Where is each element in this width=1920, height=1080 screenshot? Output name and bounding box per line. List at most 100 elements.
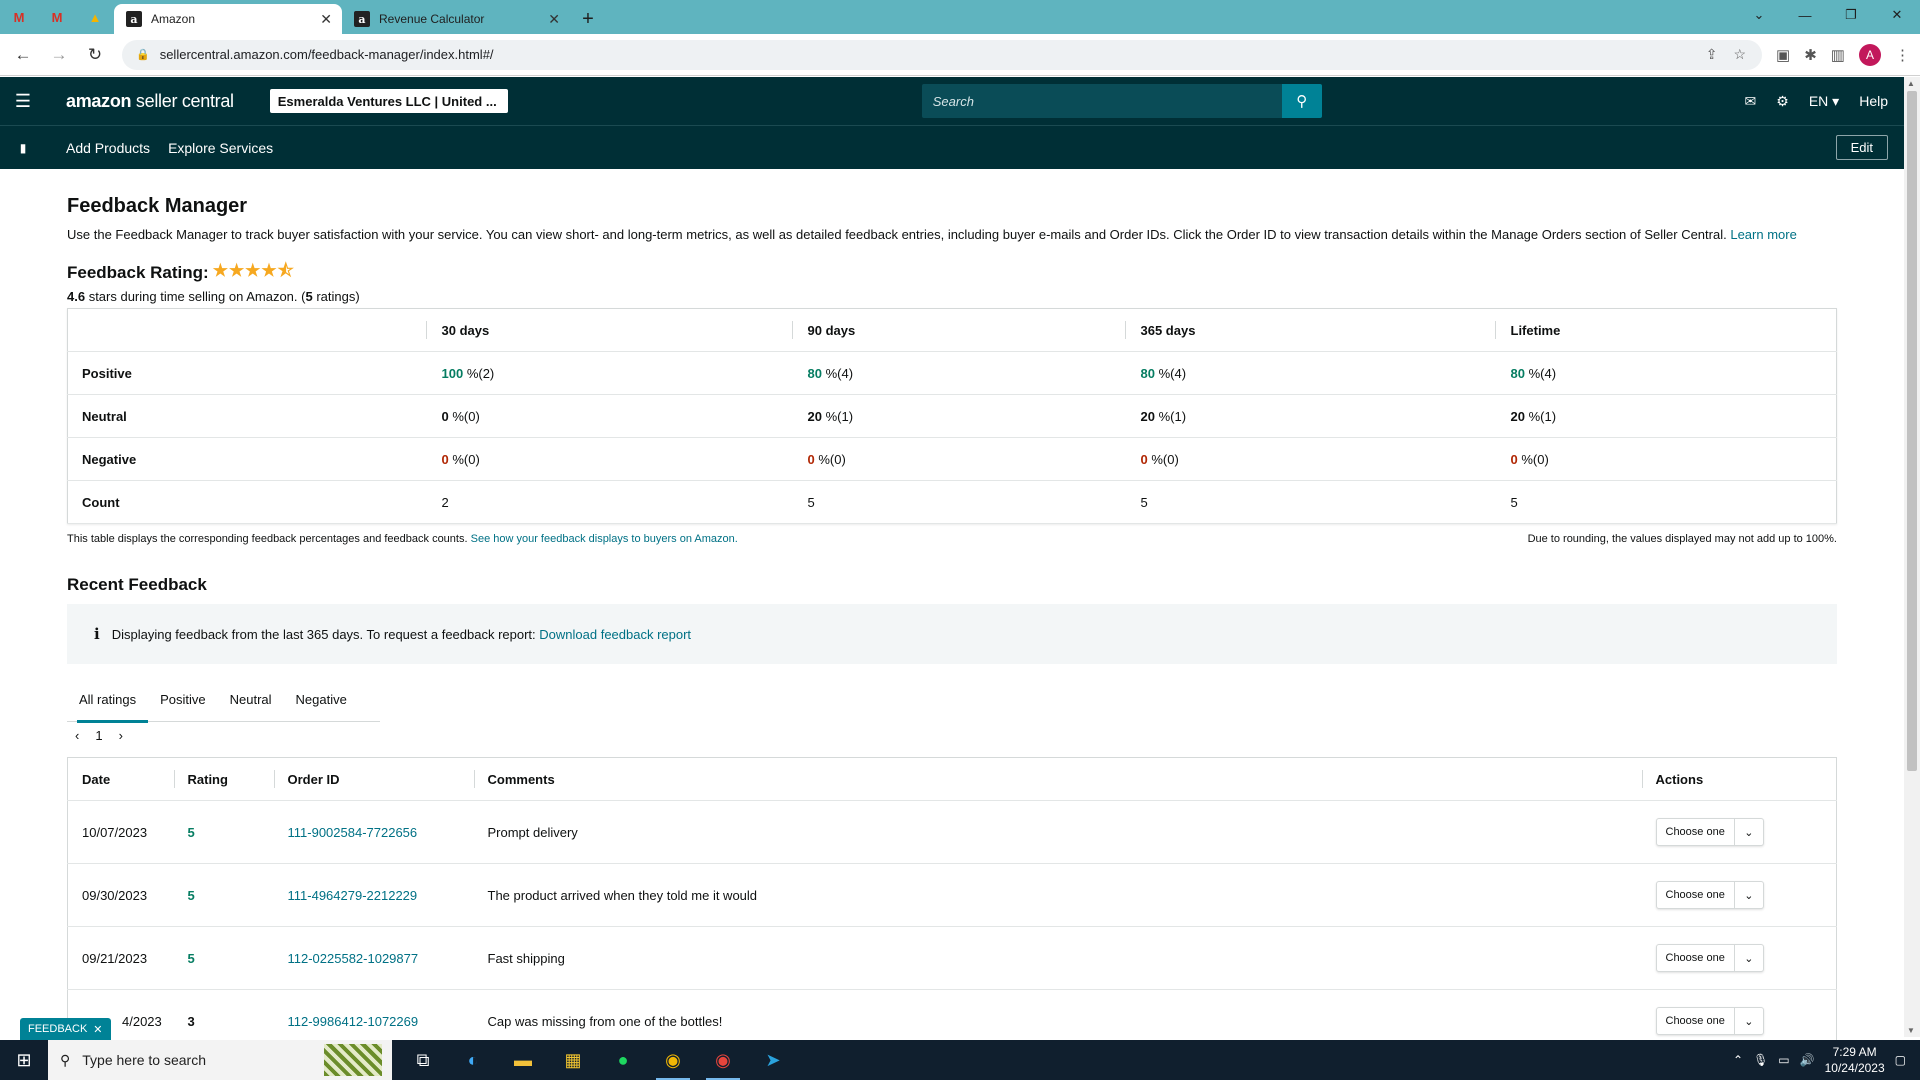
taskbar-search[interactable]: ⚲ Type here to search [48, 1040, 392, 1080]
store-icon[interactable]: ▦ [548, 1040, 598, 1080]
tab-positive[interactable]: Positive [148, 678, 218, 722]
logo-amazon: amazon [66, 90, 132, 111]
tray-chevron-icon[interactable]: ⌃ [1733, 1053, 1743, 1067]
drive-pinned-tab[interactable]: ▲ [76, 0, 114, 34]
gear-icon[interactable]: ⚙ [1776, 93, 1789, 110]
rating-label: Feedback Rating: [67, 262, 209, 282]
metric-cell: 100 %(2) [425, 351, 792, 395]
minimize-icon[interactable]: — [1782, 0, 1828, 30]
chrome-profile-icon[interactable]: ◉ [698, 1040, 748, 1080]
download-report-link[interactable]: Download feedback report [539, 627, 691, 642]
url-text[interactable]: sellercentral.amazon.com/feedback-manage… [160, 47, 494, 62]
scrollbar-thumb[interactable] [1907, 91, 1917, 771]
order-id-link[interactable]: 112-9986412-1072269 [288, 1014, 419, 1029]
scroll-up-icon[interactable]: ▲ [1907, 79, 1915, 88]
bookmark-icon[interactable]: ▮ [0, 141, 46, 155]
scroll-down-icon[interactable]: ▼ [1907, 1026, 1915, 1035]
language-selector[interactable]: EN ▾ [1809, 93, 1839, 110]
table-row: 09/30/2023 5 111-4964279-2212229 The pro… [67, 863, 1837, 927]
amazon-favicon-icon: a [354, 11, 370, 27]
col-comments: Comments [473, 757, 1642, 801]
metrics-col-header: 365 days [1124, 308, 1495, 352]
restore-icon[interactable]: ❐ [1828, 0, 1874, 30]
order-id-link[interactable]: 111-4964279-2212229 [288, 888, 418, 903]
extension-icon[interactable]: ▣ [1776, 46, 1790, 64]
page-number[interactable]: 1 [95, 728, 102, 743]
next-page-icon[interactable]: › [119, 728, 123, 743]
action-dropdown[interactable]: Choose one ⌄ [1655, 944, 1764, 972]
reload-icon[interactable]: ↻ [82, 42, 108, 68]
metric-cell: 80 %(4) [791, 351, 1125, 395]
microphone-icon[interactable]: 🎙 [1753, 1053, 1768, 1067]
tab-revenue-calculator[interactable]: a Revenue Calculator ✕ [342, 4, 570, 34]
order-id-link[interactable]: 112-0225582-1029877 [288, 951, 419, 966]
amazon-seller-central-logo[interactable]: amazon seller central [66, 91, 234, 112]
rating-text: stars during time selling on Amazon. ( [85, 289, 306, 304]
clock[interactable]: 7:29 AM 10/24/2023 [1825, 1044, 1885, 1076]
mail-icon[interactable]: ✉ [1745, 93, 1757, 110]
learn-more-link[interactable]: Learn more [1730, 227, 1796, 242]
network-icon[interactable]: ▭ [1778, 1053, 1789, 1067]
browser-toolbar: ← → ↻ 🔒 sellercentral.amazon.com/feedbac… [0, 34, 1920, 76]
share-icon[interactable]: ⇪ [1706, 46, 1718, 63]
volume-icon[interactable]: 🔊 [1800, 1053, 1815, 1067]
edit-button[interactable]: Edit [1835, 135, 1888, 160]
metric-cell: 2 [425, 480, 792, 524]
profile-avatar[interactable]: A [1858, 43, 1881, 66]
close-tab-icon[interactable]: ✕ [320, 11, 332, 28]
lock-icon[interactable]: 🔒 [136, 48, 150, 61]
forward-icon[interactable]: → [46, 42, 72, 68]
chrome-icon[interactable]: ◉ [648, 1040, 698, 1080]
close-icon[interactable]: ✕ [93, 1023, 102, 1036]
col-order-id: Order ID [273, 757, 474, 801]
tab-amazon[interactable]: a Amazon ✕ [114, 4, 342, 34]
windows-start-icon[interactable]: ⊞ [0, 1050, 48, 1071]
new-tab-button[interactable]: + [570, 4, 606, 34]
comment-cell: The product arrived when they told me it… [473, 863, 1642, 927]
action-cell: Choose one ⌄ [1641, 926, 1837, 990]
edge-icon[interactable]: ◐ [448, 1040, 498, 1080]
hamburger-menu-icon[interactable]: ☰ [0, 91, 46, 112]
puzzle-icon[interactable]: ✱ [1804, 46, 1817, 64]
subnav-add-products[interactable]: Add Products [66, 140, 150, 156]
feedback-rating-heading: Feedback Rating: ★★★★⯪ [67, 258, 1837, 287]
order-id-link[interactable]: 111-9002584-7722656 [288, 825, 418, 840]
metrics-row-positive: Positive 100 %(2) 80 %(4) 80 %(4) 80 %(4… [67, 351, 1837, 395]
clock-time: 7:29 AM [1832, 1045, 1877, 1059]
task-view-icon[interactable]: ⧉ [398, 1040, 448, 1080]
search-icon: ⚲ [60, 1051, 71, 1068]
gmail-pinned-tab[interactable]: M [0, 0, 38, 34]
rating-summary: 4.6 stars during time selling on Amazon.… [67, 289, 1837, 304]
back-icon[interactable]: ← [10, 42, 36, 68]
subnav-explore-services[interactable]: Explore Services [168, 140, 273, 156]
feedback-widget-tab[interactable]: FEEDBACK ✕ [20, 1018, 111, 1040]
telegram-icon[interactable]: ➤ [748, 1040, 798, 1080]
tab-negative[interactable]: Negative [284, 678, 359, 722]
bookmark-star-icon[interactable]: ☆ [1733, 46, 1746, 63]
tab-neutral[interactable]: Neutral [218, 678, 284, 722]
action-dropdown[interactable]: Choose one ⌄ [1655, 1007, 1764, 1035]
account-switcher[interactable]: Esmeralda Ventures LLC | United ... [269, 89, 508, 113]
spotify-icon[interactable]: ● [598, 1040, 648, 1080]
feedback-display-link[interactable]: See how your feedback displays to buyers… [471, 533, 738, 545]
close-window-icon[interactable]: ✕ [1874, 0, 1920, 30]
search-input[interactable]: Search [921, 84, 1282, 118]
taskbar-search-placeholder: Type here to search [82, 1052, 207, 1068]
address-bar[interactable]: 🔒 sellercentral.amazon.com/feedback-mana… [122, 39, 1762, 70]
gmail-pinned-tab-2[interactable]: M [38, 0, 76, 34]
search-button[interactable]: ⚲ [1281, 84, 1322, 118]
date-cell: 09/30/2023 [67, 863, 174, 927]
kebab-menu-icon[interactable]: ⋮ [1895, 46, 1910, 64]
tab-all-ratings[interactable]: All ratings [67, 678, 149, 723]
side-panel-icon[interactable]: ▥ [1831, 46, 1845, 64]
close-tab-icon[interactable]: ✕ [548, 11, 560, 28]
prev-page-icon[interactable]: ‹ [75, 728, 79, 743]
notifications-icon[interactable]: ▢ [1895, 1053, 1906, 1067]
action-dropdown[interactable]: Choose one ⌄ [1655, 818, 1764, 846]
help-link[interactable]: Help [1859, 93, 1888, 109]
tab-search-icon[interactable]: ⌄ [1736, 0, 1782, 30]
file-explorer-icon[interactable]: ▬ [498, 1040, 548, 1080]
page-scrollbar[interactable]: ▲ ▼ [1904, 77, 1920, 1037]
chevron-down-icon: ⌄ [1744, 1015, 1754, 1028]
action-dropdown[interactable]: Choose one ⌄ [1655, 881, 1764, 909]
